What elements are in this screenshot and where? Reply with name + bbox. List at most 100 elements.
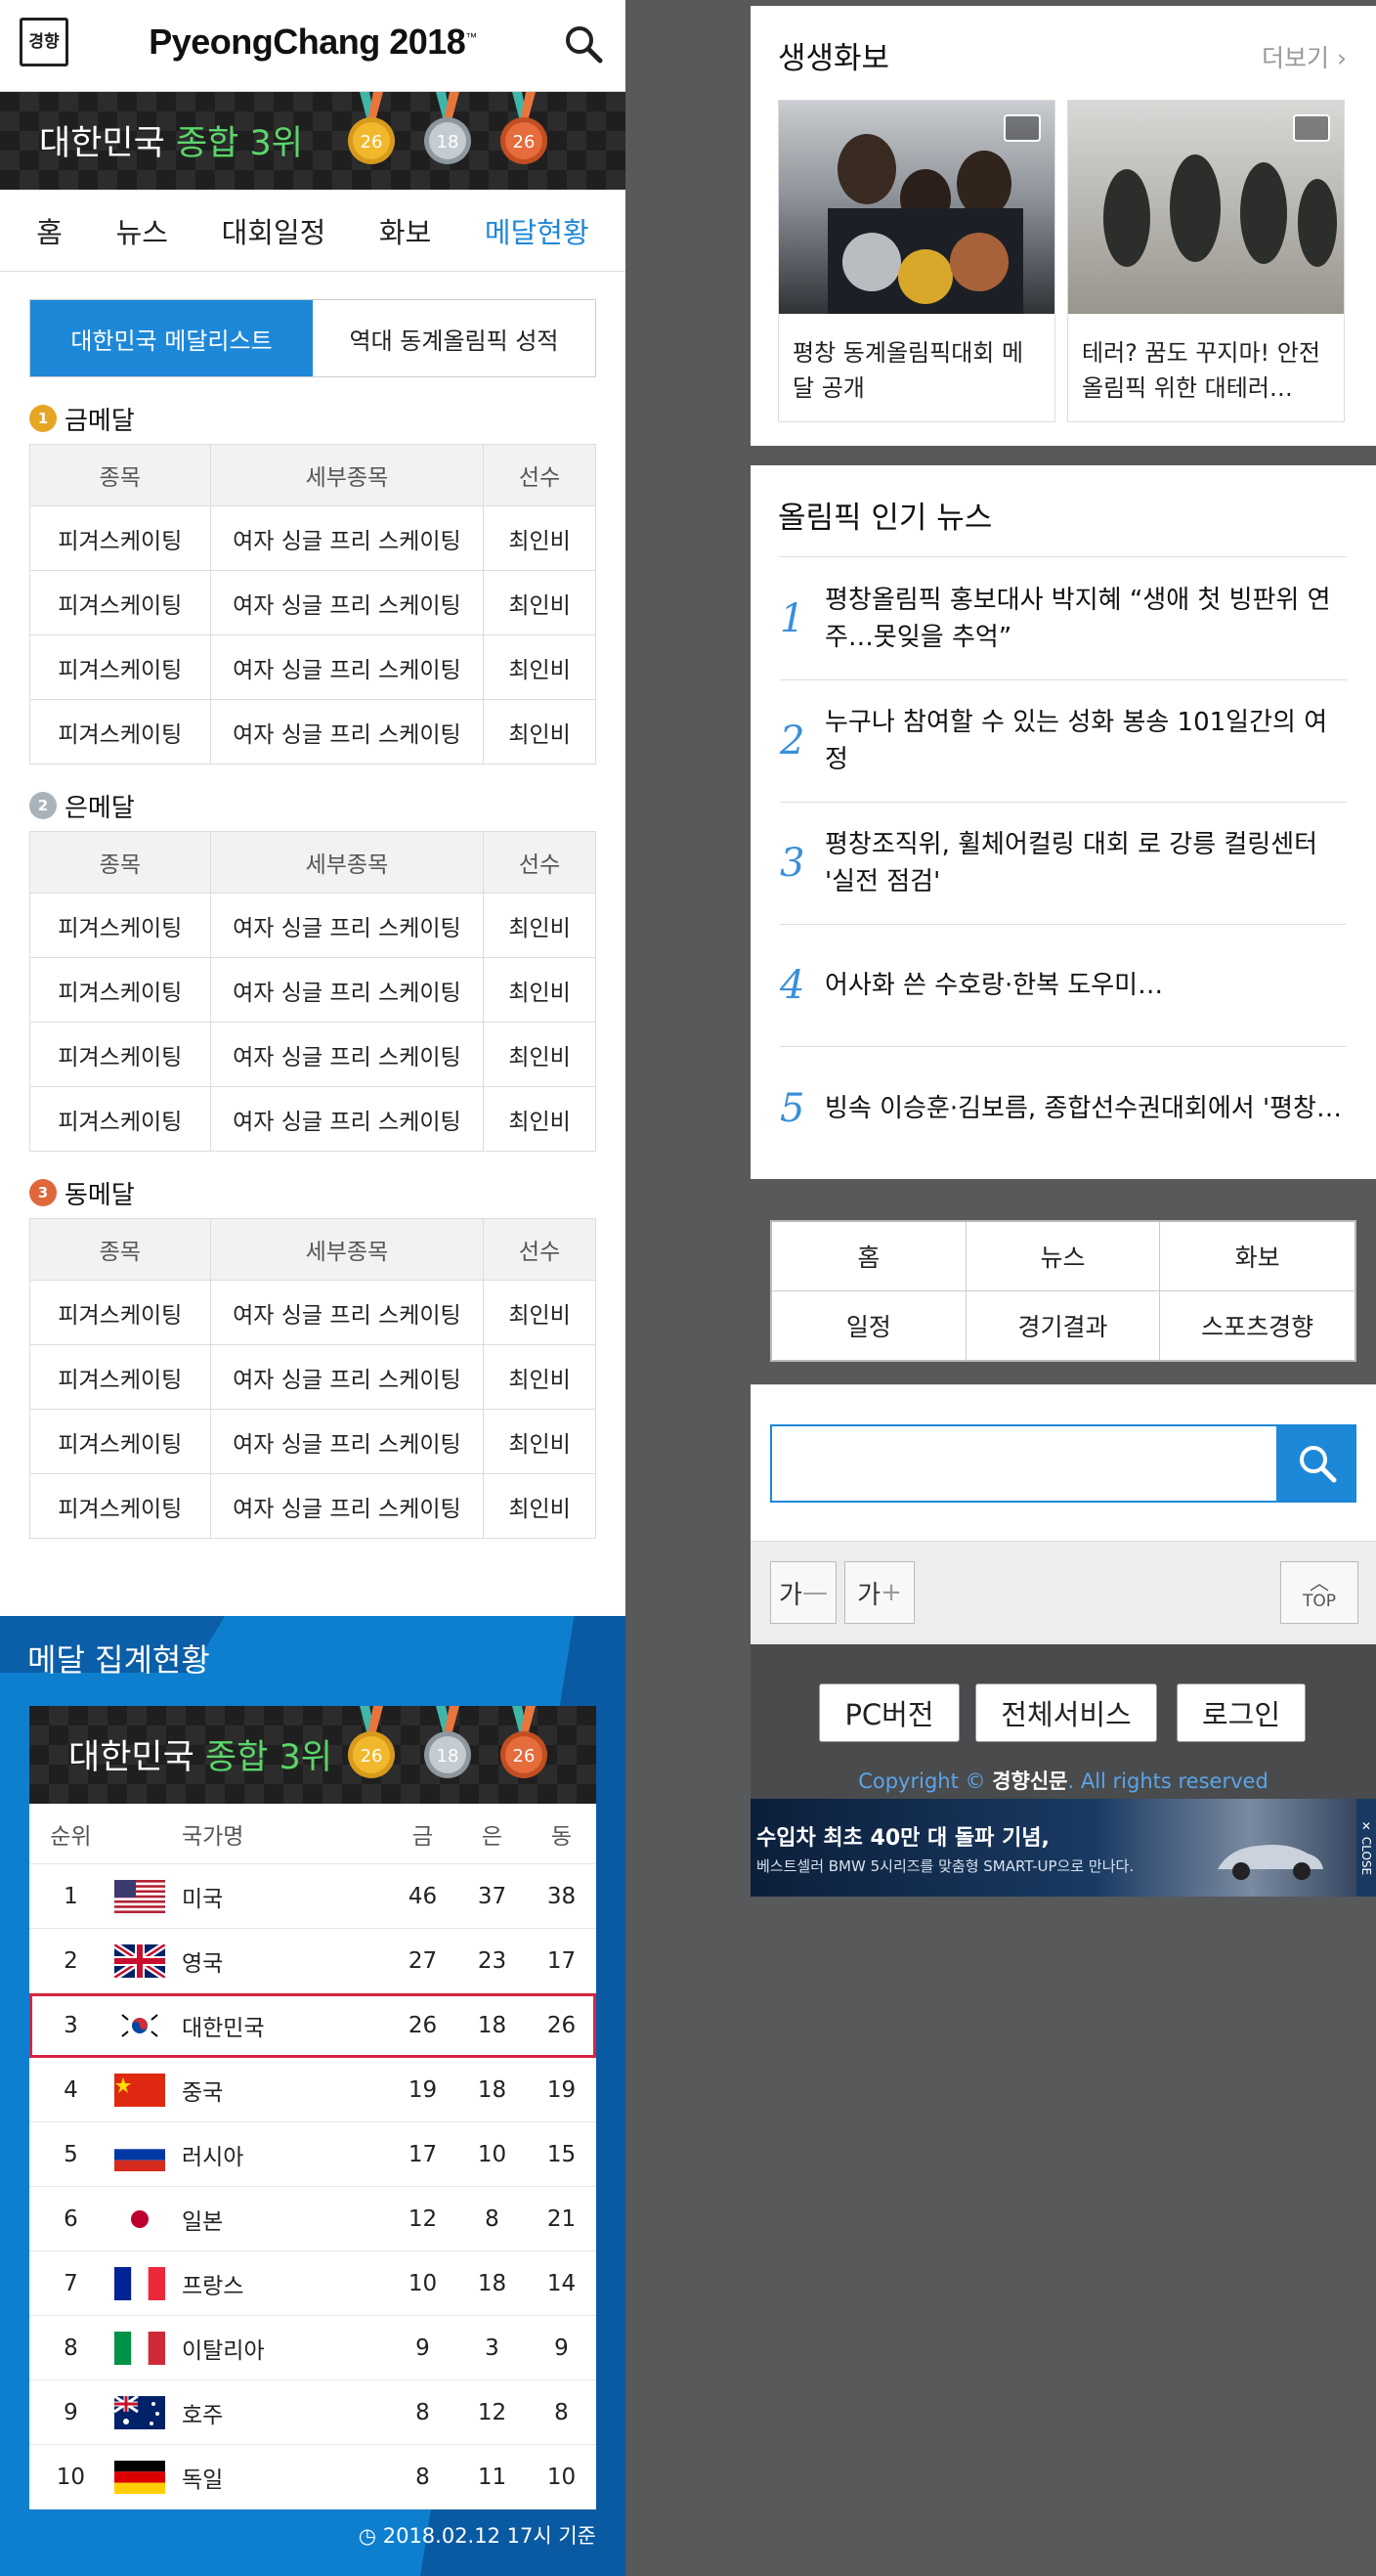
photo-caption-2: 테러? 꿈도 꾸지마! 안전 올림픽 위한 대테러… bbox=[1082, 339, 1320, 402]
nav-home[interactable]: 홈 bbox=[36, 210, 63, 251]
photo-card-1[interactable]: 평창 동계올림픽대회 메달 공개 bbox=[778, 100, 1055, 422]
table-header-cell: 선수 bbox=[483, 831, 596, 894]
footer-nav-home[interactable]: 홈 bbox=[772, 1222, 967, 1291]
more-link[interactable]: 더보기 › bbox=[1262, 39, 1347, 74]
news-item[interactable]: 2 누구나 참여할 수 있는 성화 봉송 101일간의 여정 bbox=[780, 680, 1347, 803]
news-item[interactable]: 4 어사화 쓴 수호랑·한복 도우미… bbox=[780, 925, 1347, 1047]
search-icon[interactable] bbox=[561, 22, 606, 66]
footer-nav-gallery[interactable]: 화보 bbox=[1160, 1222, 1354, 1291]
tab-past-results[interactable]: 역대 동계올림픽 성적 bbox=[313, 300, 595, 376]
table-row[interactable]: 10 독일 8 11 10 bbox=[29, 2445, 596, 2510]
font-decrease-button[interactable]: 가 — bbox=[770, 1561, 837, 1624]
photo-card-2[interactable]: 테러? 꿈도 꾸지마! 안전 올림픽 위한 대테러… bbox=[1067, 100, 1345, 422]
table-row[interactable]: 7 프랑스 10 18 14 bbox=[29, 2251, 596, 2316]
table-row[interactable]: 8 이탈리아 9 3 9 bbox=[29, 2316, 596, 2380]
col-silver: 은 bbox=[481, 1823, 503, 1850]
rank-cell: 6 bbox=[64, 2205, 78, 2232]
tab-korea-medalists[interactable]: 대한민국 메달리스트 bbox=[30, 300, 313, 376]
silver-medal-icon: 18 bbox=[424, 92, 471, 164]
news-rank: 1 bbox=[780, 596, 805, 641]
table-row[interactable]: 피겨스케이팅 여자 싱글 프리 스케이팅 최인비 bbox=[29, 699, 596, 764]
table-row[interactable]: 5 러시아 17 10 15 bbox=[29, 2122, 596, 2187]
kr-flag-icon bbox=[112, 2008, 168, 2043]
photo-gallery-card: 생생화보 더보기 › 평창 동계올림픽대회 메달 공개 테러? 꿈도 꾸지마! … bbox=[751, 6, 1376, 446]
table-row[interactable]: 피겨스케이팅 여자 싱글 프리 스케이팅 최인비 bbox=[29, 634, 596, 700]
tally-rank-banner: 대한민국 종합 3위 26 18 26 bbox=[29, 1706, 596, 1804]
table-cell: 피겨스케이팅 bbox=[29, 1086, 211, 1152]
col-bronze: 동 bbox=[550, 1823, 573, 1850]
table-row[interactable]: 피겨스케이팅 여자 싱글 프리 스케이팅 최인비 bbox=[29, 1409, 596, 1474]
table-row[interactable]: 피겨스케이팅 여자 싱글 프리 스케이팅 최인비 bbox=[29, 505, 596, 571]
table-row[interactable]: 3 대한민국 26 18 26 bbox=[29, 1993, 596, 2058]
copyright-company: 경향신문 bbox=[992, 1769, 1068, 1793]
table-cell: 최인비 bbox=[483, 957, 596, 1023]
table-row[interactable]: 9 호주 8 12 8 bbox=[29, 2380, 596, 2445]
pyeongchang-brand[interactable]: PyeongChang 2018™ bbox=[0, 22, 625, 63]
bronze-cell: 15 bbox=[546, 2141, 577, 2167]
nav-schedule[interactable]: 대회일정 bbox=[222, 210, 326, 251]
gold-cell: 8 bbox=[415, 2464, 430, 2490]
photo-caption-1: 평창 동계올림픽대회 메달 공개 bbox=[793, 339, 1024, 402]
main-nav: 홈 뉴스 대회일정 화보 메달현황 bbox=[0, 190, 625, 272]
font-increase-button[interactable]: 가 + bbox=[844, 1561, 915, 1624]
nav-news[interactable]: 뉴스 bbox=[116, 210, 168, 251]
nav-gallery[interactable]: 화보 bbox=[379, 210, 431, 251]
login-button[interactable]: 로그인 bbox=[1177, 1683, 1306, 1742]
table-row[interactable]: 피겨스케이팅 여자 싱글 프리 스케이팅 최인비 bbox=[29, 957, 596, 1023]
search-icon bbox=[1300, 1446, 1337, 1483]
news-item[interactable]: 1 평창올림픽 홍보대사 박지혜 “생애 첫 빙판위 연주…못잊을 추억” bbox=[780, 558, 1347, 680]
silver-cell: 18 bbox=[477, 2076, 507, 2103]
table-row[interactable]: 피겨스케이팅 여자 싱글 프리 스케이팅 최인비 bbox=[29, 1473, 596, 1539]
table-row[interactable]: 피겨스케이팅 여자 싱글 프리 스케이팅 최인비 bbox=[29, 1086, 596, 1152]
rank-cell: 1 bbox=[64, 1883, 78, 1909]
table-row[interactable]: 2 영국 27 23 17 bbox=[29, 1929, 596, 1993]
bronze-cell: 38 bbox=[546, 1883, 577, 1909]
table-header: 종목 세부종목 선수 bbox=[29, 831, 596, 894]
table-row[interactable]: 피겨스케이팅 여자 싱글 프리 스케이팅 최인비 bbox=[29, 1344, 596, 1410]
font-increase-label: 가 bbox=[857, 1580, 882, 1610]
silver-count: 18 bbox=[437, 132, 459, 153]
pc-version-button[interactable]: PC버전 bbox=[819, 1683, 960, 1742]
table-header-cell: 세부종목 bbox=[209, 444, 485, 506]
table-cell: 최인비 bbox=[483, 1409, 596, 1474]
scroll-top-button[interactable]: ︿ TOP bbox=[1280, 1561, 1358, 1624]
medal-sections: 1 금메달 종목 세부종목 선수 피겨스케이팅 여자 싱글 프리 스케이팅 최인비 피겨스케이팅… bbox=[0, 403, 625, 1539]
medal-rank-banner[interactable]: 대한민국 종합 3위 26 18 26 bbox=[0, 92, 625, 190]
photo-antiterror-image bbox=[1068, 101, 1344, 314]
table-cell: 피겨스케이팅 bbox=[29, 893, 211, 958]
table-row[interactable]: 피겨스케이팅 여자 싱글 프리 스케이팅 최인비 bbox=[29, 893, 596, 958]
jp-flag-icon bbox=[112, 2202, 168, 2237]
medal-section-label: 은메달 bbox=[64, 793, 135, 823]
all-services-button[interactable]: 전체서비스 bbox=[975, 1683, 1157, 1742]
table-cell: 여자 싱글 프리 스케이팅 bbox=[209, 1409, 485, 1474]
table-row[interactable]: 4 중국 19 18 19 bbox=[29, 2058, 596, 2122]
search-input[interactable] bbox=[770, 1424, 1278, 1503]
nav-medals[interactable]: 메달현황 bbox=[485, 210, 589, 251]
table-row[interactable]: 6 일본 12 8 21 bbox=[29, 2187, 596, 2251]
search-button[interactable] bbox=[1278, 1424, 1356, 1503]
footer-nav-results[interactable]: 경기결과 bbox=[967, 1290, 1161, 1360]
footer-nav-sports[interactable]: 스포츠경향 bbox=[1160, 1291, 1354, 1361]
footer-nav-schedule[interactable]: 일정 bbox=[772, 1290, 967, 1360]
gallery-icon bbox=[1293, 114, 1330, 142]
table-header: 종목 세부종목 선수 bbox=[29, 1218, 596, 1281]
news-item[interactable]: 3 평창조직위, 휠체어컬링 대회 로 강릉 컬링센터 '실전 점검' bbox=[780, 803, 1347, 925]
car-image bbox=[1218, 1845, 1323, 1880]
footer-nav-news[interactable]: 뉴스 bbox=[966, 1222, 1161, 1291]
table-row[interactable]: 피겨스케이팅 여자 싱글 프리 스케이팅 최인비 bbox=[29, 1280, 596, 1345]
footer-nav: 홈 뉴스 화보 일정 경기결과 스포츠경향 bbox=[770, 1220, 1356, 1362]
table-row[interactable]: 피겨스케이팅 여자 싱글 프리 스케이팅 최인비 bbox=[29, 1022, 596, 1087]
news-title: 어사화 쓴 수호랑·한복 도우미… bbox=[825, 971, 1164, 1000]
table-row[interactable]: 1 미국 46 37 38 bbox=[29, 1864, 596, 1929]
table-header-cell: 세부종목 bbox=[209, 831, 485, 894]
rank-cell: 8 bbox=[64, 2335, 78, 2361]
table-cell: 피겨스케이팅 bbox=[29, 1409, 211, 1474]
chevron-up-icon: ︿ bbox=[1310, 1571, 1329, 1594]
ad-close-button[interactable]: ✕ CLOSE bbox=[1356, 1799, 1376, 1897]
table-row[interactable]: 피겨스케이팅 여자 싱글 프리 스케이팅 최인비 bbox=[29, 570, 596, 635]
col-rank: 순위 bbox=[50, 1823, 92, 1850]
ad-headline: 수입차 최초 40만 대 돌파 기념, bbox=[756, 1826, 1050, 1851]
news-item[interactable]: 5 빙속 이승훈·김보름, 종합선수권대회에서 '평창… bbox=[780, 1047, 1347, 1169]
ad-banner[interactable]: 수입차 최초 40만 대 돌파 기념, 베스트셀러 BMW 5시리즈를 맞춤형 … bbox=[751, 1799, 1376, 1897]
plus-icon: + bbox=[881, 1578, 902, 1607]
